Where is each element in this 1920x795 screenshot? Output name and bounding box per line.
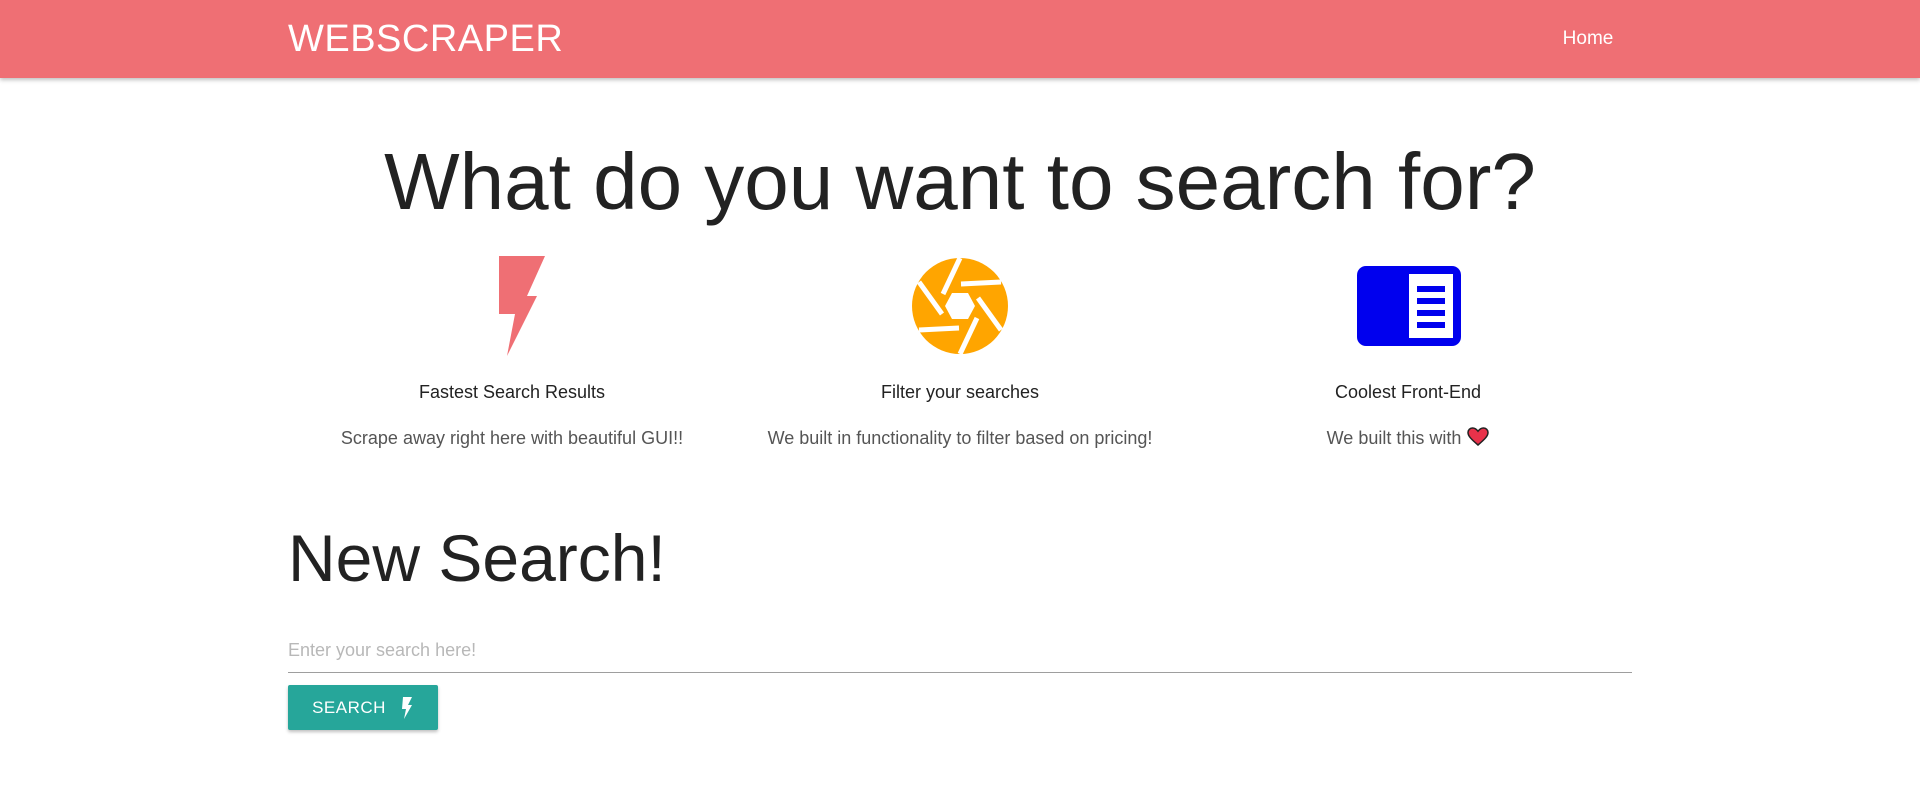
feature-coolest-frontend: Coolest Front-End We built this with xyxy=(1188,254,1628,450)
feature-title: Filter your searches xyxy=(880,382,1040,402)
search-input[interactable] xyxy=(288,628,1632,673)
feature-filter-searches: Filter your searches We built in functio… xyxy=(740,254,1180,450)
heart-icon xyxy=(1467,427,1490,446)
document-panel-icon xyxy=(1357,266,1461,346)
feature-fastest-search: Fastest Search Results Scrape away right… xyxy=(292,254,732,450)
camera-aperture-icon xyxy=(912,256,1008,356)
search-button-label: SEARCH xyxy=(312,697,386,717)
new-search-title: New Search! xyxy=(288,521,666,595)
feature-description: We built in functionality to filter base… xyxy=(767,428,1153,448)
navbar: WEBSCRAPER Home xyxy=(0,0,1920,78)
lightning-bolt-icon xyxy=(401,696,412,719)
feature-description-text: We built this with xyxy=(1326,428,1462,448)
nav-link-home[interactable]: Home xyxy=(1548,27,1628,51)
feature-title: Fastest Search Results xyxy=(418,382,606,402)
feature-title: Coolest Front-End xyxy=(1334,382,1482,402)
page-title: What do you want to search for? xyxy=(384,137,1536,226)
brand-logo[interactable]: WEBSCRAPER xyxy=(288,16,563,62)
feature-description: We built this with xyxy=(1188,426,1628,450)
lightning-bolt-icon xyxy=(499,256,545,356)
search-button[interactable]: SEARCH xyxy=(288,685,438,730)
feature-description: Scrape away right here with beautiful GU… xyxy=(340,428,684,448)
